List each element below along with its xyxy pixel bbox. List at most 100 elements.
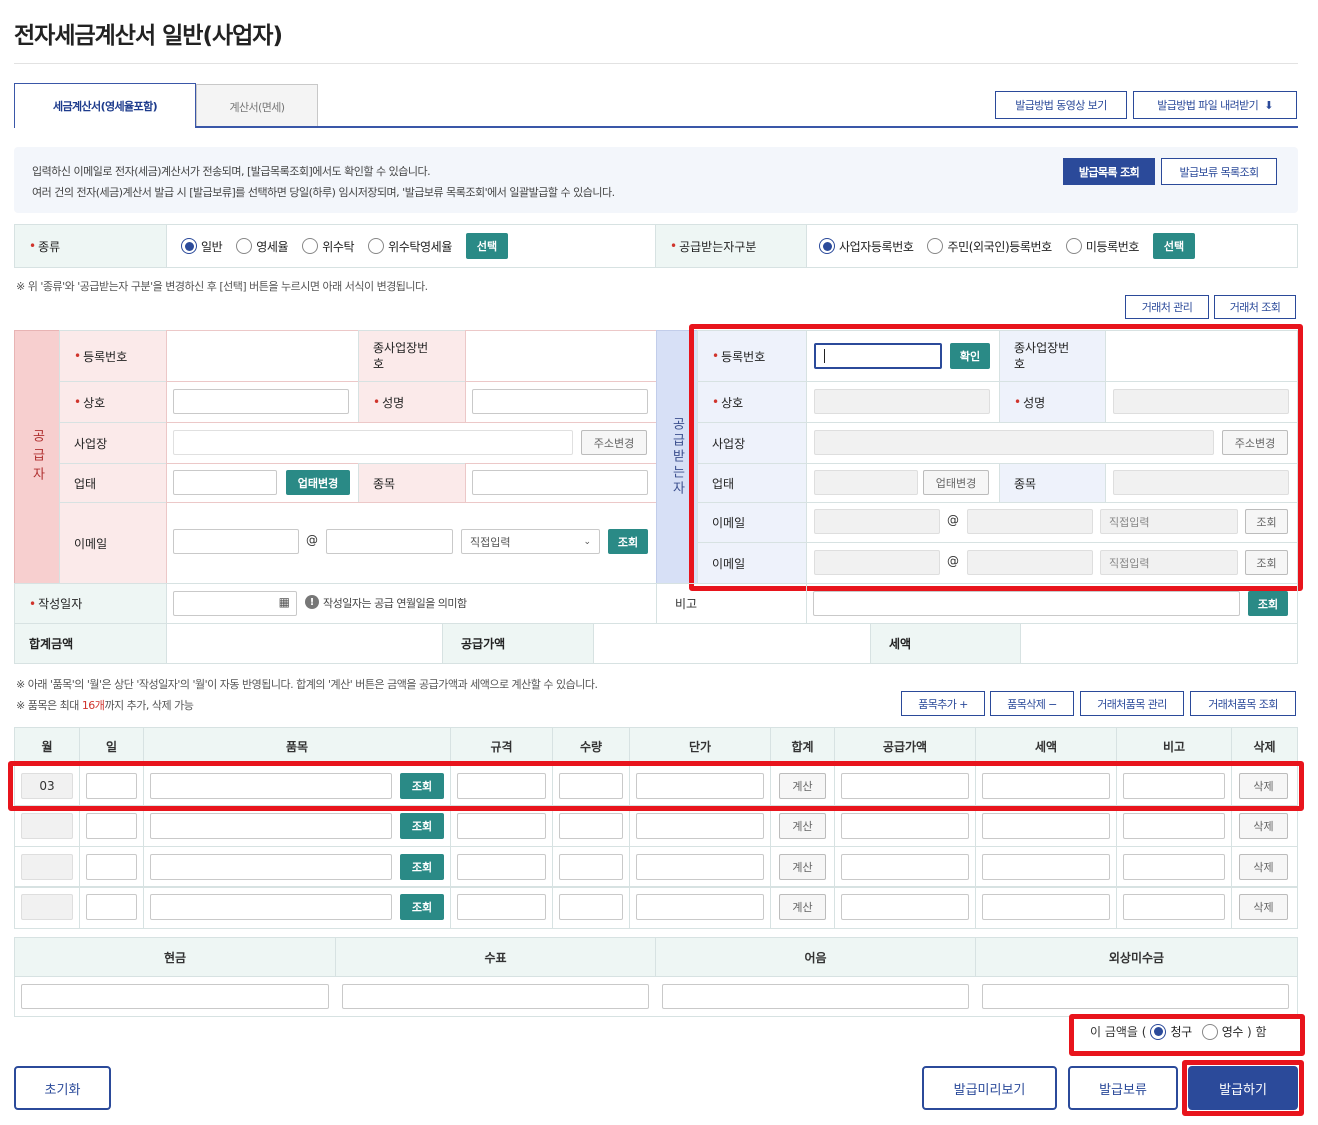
receiver-reg-input[interactable] (814, 343, 942, 369)
amount-radio-receipt[interactable]: 영수 (1201, 1023, 1243, 1040)
receiver-email1-domain-input[interactable] (967, 509, 1093, 534)
receiver-radio-unregistered[interactable]: 미등록번호 (1065, 238, 1139, 255)
pay-note-input[interactable] (662, 984, 969, 1009)
remark-input[interactable] (813, 591, 1240, 616)
item-month-field[interactable] (21, 813, 73, 839)
supplier-address-input[interactable] (173, 430, 573, 455)
receiver-address-change-button[interactable]: 주소변경 (1222, 430, 1288, 455)
item-tax-input[interactable] (982, 894, 1110, 920)
item-calc-button[interactable]: 계산 (779, 813, 826, 839)
item-unit-price-input[interactable] (636, 813, 764, 839)
item-supply-input[interactable] (841, 813, 969, 839)
supplier-company-input[interactable] (173, 389, 349, 414)
item-day-input[interactable] (86, 773, 137, 799)
file-download-button[interactable]: 발급방법 파일 내려받기 ⬇ (1133, 91, 1297, 119)
item-search-button[interactable]: 조회 (400, 854, 444, 880)
pay-credit-input[interactable] (982, 984, 1289, 1009)
item-unit-price-input[interactable] (636, 894, 764, 920)
item-name-input[interactable] (150, 894, 392, 920)
item-delete-row-button[interactable]: 삭제 (1239, 813, 1288, 839)
item-calc-button[interactable]: 계산 (779, 773, 826, 799)
item-search-button[interactable]: 조회 (400, 894, 444, 920)
receiver-radio-biz[interactable]: 사업자등록번호 (819, 238, 914, 255)
receiver-select-button[interactable]: 선택 (1153, 233, 1196, 259)
item-remark-input[interactable] (1123, 813, 1225, 839)
item-spec-input[interactable] (457, 813, 546, 839)
item-day-input[interactable] (86, 894, 137, 920)
item-spec-input[interactable] (457, 854, 546, 880)
pay-cash-input[interactable] (21, 984, 329, 1009)
partner-manage-button[interactable]: 거래처 관리 (1125, 295, 1209, 319)
item-tax-input[interactable] (982, 854, 1110, 880)
issue-preview-button[interactable]: 발급미리보기 (922, 1066, 1057, 1110)
receiver-email1-search-button[interactable]: 조회 (1245, 509, 1288, 534)
pay-check-input[interactable] (342, 984, 649, 1009)
item-qty-input[interactable] (559, 773, 623, 799)
amount-radio-claim[interactable]: 청구 (1150, 1023, 1192, 1040)
item-supply-input[interactable] (841, 773, 969, 799)
reset-button[interactable]: 초기화 (14, 1066, 111, 1110)
item-calc-button[interactable]: 계산 (779, 854, 826, 880)
partner-item-manage-button[interactable]: 거래처품목 관리 (1080, 691, 1184, 716)
hold-list-button[interactable]: 발급보류 목록조회 (1161, 158, 1277, 185)
receiver-item-input[interactable] (1113, 470, 1289, 495)
receiver-address-input[interactable] (814, 430, 1214, 455)
partner-item-search-button[interactable]: 거래처품목 조회 (1190, 691, 1296, 716)
receiver-email1-domain-select[interactable]: 직접입력 (1100, 509, 1238, 534)
item-month-field[interactable] (21, 854, 73, 880)
item-supply-input[interactable] (841, 894, 969, 920)
item-name-input[interactable] (150, 813, 392, 839)
type-select-button[interactable]: 선택 (465, 233, 508, 259)
receiver-biztype-change-button[interactable]: 업태변경 (923, 470, 989, 495)
item-delete-row-button[interactable]: 삭제 (1239, 773, 1288, 799)
partner-search-button[interactable]: 거래처 조회 (1214, 295, 1296, 319)
issue-hold-button[interactable]: 발급보류 (1068, 1066, 1178, 1110)
item-add-button[interactable]: 품목추가 + (901, 691, 985, 716)
supplier-email-search-button[interactable]: 조회 (608, 529, 648, 554)
type-radio-consign[interactable]: 위수탁 (302, 238, 355, 255)
item-unit-price-input[interactable] (636, 773, 764, 799)
item-qty-input[interactable] (559, 854, 623, 880)
supplier-name-input[interactable] (472, 389, 648, 414)
supplier-email-domain-select[interactable]: 직접입력 ⌄ (461, 529, 600, 554)
issue-button[interactable]: 발급하기 (1188, 1066, 1298, 1110)
item-name-input[interactable] (150, 773, 392, 799)
item-search-button[interactable]: 조회 (400, 813, 444, 839)
supplier-biztype-change-button[interactable]: 업태변경 (286, 470, 350, 495)
item-qty-input[interactable] (559, 894, 623, 920)
supplier-email-domain-input[interactable] (326, 529, 453, 554)
type-radio-consign-zero[interactable]: 위수탁영세율 (368, 238, 452, 255)
receiver-company-input[interactable] (814, 389, 990, 414)
receiver-email1-id-input[interactable] (814, 509, 940, 534)
item-supply-input[interactable] (841, 854, 969, 880)
supplier-biztype-input[interactable] (173, 470, 277, 495)
receiver-email2-domain-input[interactable] (967, 550, 1093, 575)
receiver-reg-confirm-button[interactable]: 확인 (950, 343, 990, 369)
item-unit-price-input[interactable] (636, 854, 764, 880)
item-delete-row-button[interactable]: 삭제 (1239, 894, 1288, 920)
item-remark-input[interactable] (1123, 854, 1225, 880)
receiver-email2-domain-select[interactable]: 직접입력 (1100, 550, 1238, 575)
issue-list-button[interactable]: 발급목록 조회 (1063, 158, 1155, 185)
supplier-address-change-button[interactable]: 주소변경 (581, 430, 647, 455)
item-month-field[interactable]: 03 (21, 773, 73, 799)
receiver-email2-id-input[interactable] (814, 550, 940, 575)
item-remark-input[interactable] (1123, 773, 1225, 799)
item-spec-input[interactable] (457, 773, 546, 799)
tab-tax-invoice[interactable]: 세금계산서(영세율포함) (14, 83, 196, 128)
item-month-field[interactable] (21, 894, 73, 920)
item-search-button[interactable]: 조회 (400, 773, 444, 799)
type-radio-normal[interactable]: 일반 (181, 238, 223, 255)
supplier-item-input[interactable] (472, 470, 648, 495)
item-remark-input[interactable] (1123, 894, 1225, 920)
receiver-radio-resident[interactable]: 주민(외국인)등록번호 (927, 238, 1052, 255)
item-tax-input[interactable] (982, 813, 1110, 839)
item-calc-button[interactable]: 계산 (779, 894, 826, 920)
item-qty-input[interactable] (559, 813, 623, 839)
calendar-icon[interactable]: ▦ (279, 595, 290, 609)
receiver-name-input[interactable] (1113, 389, 1289, 414)
date-input[interactable]: ▦ (173, 591, 297, 616)
item-delete-button[interactable]: 품목삭제 − (990, 691, 1074, 716)
receiver-biztype-input[interactable] (814, 470, 918, 495)
item-tax-input[interactable] (982, 773, 1110, 799)
